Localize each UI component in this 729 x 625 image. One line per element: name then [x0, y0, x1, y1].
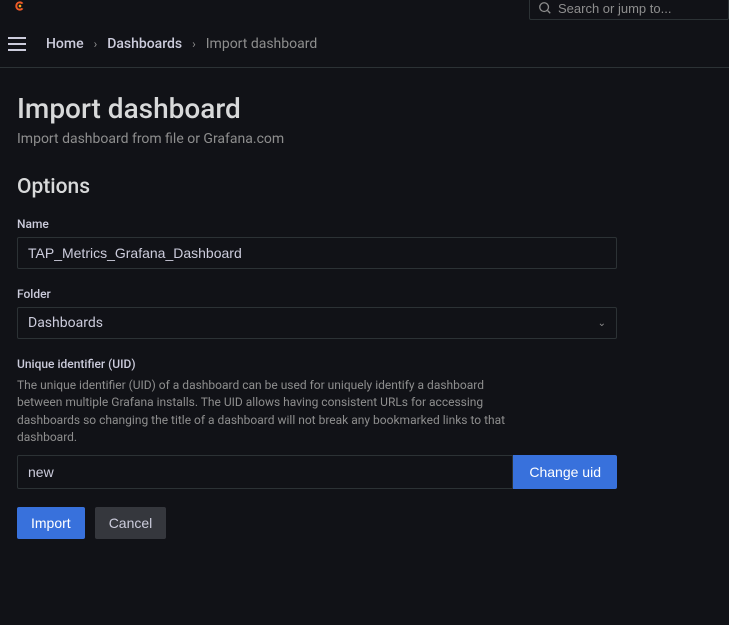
chevron-right-icon: › — [94, 37, 98, 51]
import-button[interactable]: Import — [17, 507, 85, 539]
name-label: Name — [17, 217, 712, 231]
folder-select[interactable]: Dashboards ⌄ — [17, 307, 617, 339]
breadcrumb: Home › Dashboards › Import dashboard — [46, 36, 317, 52]
breadcrumb-dashboards[interactable]: Dashboards — [107, 36, 182, 52]
folder-value: Dashboards — [28, 315, 103, 331]
search-container — [529, 0, 729, 20]
search-icon — [538, 1, 552, 15]
change-uid-button[interactable]: Change uid — [513, 455, 617, 489]
cancel-button[interactable]: Cancel — [95, 507, 167, 539]
uid-help-text: The unique identifier (UID) of a dashboa… — [17, 377, 517, 447]
breadcrumb-home[interactable]: Home — [46, 36, 84, 52]
chevron-right-icon: › — [192, 37, 196, 51]
uid-label: Unique identifier (UID) — [17, 357, 712, 371]
page-title: Import dashboard — [17, 92, 712, 125]
uid-input[interactable] — [17, 455, 513, 489]
menu-icon[interactable] — [8, 34, 28, 54]
search-input[interactable] — [558, 1, 729, 16]
options-heading: Options — [17, 175, 712, 199]
breadcrumb-current: Import dashboard — [206, 36, 318, 52]
breadcrumb-bar: Home › Dashboards › Import dashboard — [0, 20, 729, 68]
name-input[interactable] — [17, 237, 617, 269]
page-subtitle: Import dashboard from file or Grafana.co… — [17, 131, 712, 147]
folder-label: Folder — [17, 287, 712, 301]
chevron-down-icon: ⌄ — [598, 318, 606, 329]
grafana-logo-icon[interactable] — [8, 0, 32, 16]
